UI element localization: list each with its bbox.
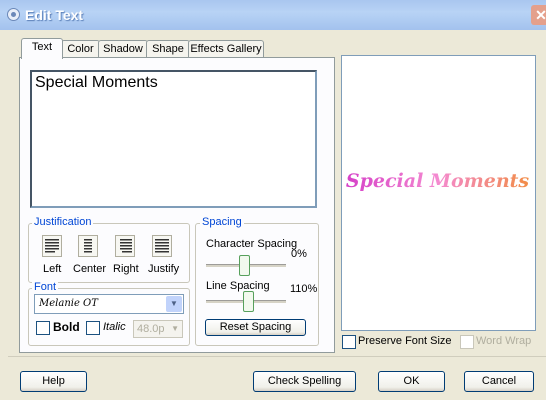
line-spacing-slider[interactable] bbox=[243, 291, 254, 312]
help-button[interactable]: Help bbox=[20, 371, 87, 392]
justification-label: Justification bbox=[32, 216, 94, 228]
check-spelling-button[interactable]: Check Spelling bbox=[253, 371, 356, 392]
font-size-value: 48.0p bbox=[137, 323, 165, 335]
justify-center-label: Center bbox=[73, 263, 107, 275]
font-size-select[interactable]: 48.0p ▼ bbox=[133, 320, 183, 338]
character-spacing-value: 0% bbox=[291, 248, 307, 260]
cancel-button[interactable]: Cancel bbox=[464, 371, 534, 392]
justify-right-label: Right bbox=[113, 263, 139, 275]
justify-right-button[interactable] bbox=[115, 235, 135, 257]
tab-label: Effects Gallery bbox=[190, 43, 262, 55]
line-spacing-label: Line Spacing bbox=[206, 280, 270, 292]
preserve-font-size-label: Preserve Font Size bbox=[358, 335, 452, 347]
tab-label: Shape bbox=[152, 43, 184, 55]
chevron-down-icon: ▼ bbox=[171, 324, 179, 333]
tab-effects-gallery[interactable]: Effects Gallery bbox=[188, 40, 264, 58]
font-label: Font bbox=[32, 281, 59, 293]
preserve-font-size-checkbox[interactable] bbox=[342, 335, 356, 349]
italic-label: Italic bbox=[103, 321, 126, 333]
tab-label: Color bbox=[67, 43, 94, 55]
tab-shadow[interactable]: Shadow bbox=[98, 40, 148, 58]
close-icon: ✕ bbox=[535, 7, 546, 23]
word-wrap-label: Word Wrap bbox=[476, 335, 532, 347]
tab-label: Shadow bbox=[103, 43, 143, 55]
justify-justify-label: Justify bbox=[148, 263, 180, 275]
bold-label: Bold bbox=[53, 320, 80, 334]
window-title: Edit Text bbox=[25, 7, 84, 23]
word-wrap-checkbox[interactable] bbox=[460, 335, 474, 349]
divider bbox=[8, 356, 546, 357]
ok-button[interactable]: OK bbox=[378, 371, 445, 392]
title-bar: Edit Text bbox=[0, 0, 546, 30]
align-justify-icon bbox=[152, 235, 172, 257]
justify-justify-button[interactable] bbox=[152, 235, 172, 257]
tab-label: Text bbox=[31, 41, 53, 53]
tab-color[interactable]: Color bbox=[61, 40, 100, 58]
close-button[interactable]: ✕ bbox=[531, 5, 546, 25]
italic-checkbox[interactable] bbox=[86, 321, 100, 335]
align-right-icon bbox=[115, 235, 135, 257]
character-spacing-slider[interactable] bbox=[239, 255, 250, 276]
align-left-icon bbox=[42, 235, 62, 257]
font-select-value: Melanie OT bbox=[39, 298, 98, 309]
bold-checkbox[interactable] bbox=[36, 321, 50, 335]
line-spacing-value: 110% bbox=[290, 283, 318, 295]
justify-left-label: Left bbox=[43, 263, 62, 275]
font-select[interactable]: Melanie OT ▼ bbox=[34, 294, 184, 314]
spacing-label: Spacing bbox=[200, 216, 244, 228]
justify-center-button[interactable] bbox=[78, 235, 98, 257]
justify-left-button[interactable] bbox=[42, 235, 62, 257]
reset-spacing-button[interactable]: Reset Spacing bbox=[205, 319, 306, 336]
preview-text: Special Moments bbox=[341, 170, 534, 192]
text-input[interactable]: Special Moments bbox=[30, 70, 317, 208]
text-preview bbox=[341, 55, 536, 331]
chevron-down-icon[interactable]: ▼ bbox=[166, 296, 182, 312]
tab-text[interactable]: Text bbox=[21, 38, 63, 59]
tab-shape[interactable]: Shape bbox=[146, 40, 190, 58]
align-center-icon bbox=[78, 235, 98, 257]
app-icon bbox=[7, 8, 20, 21]
character-spacing-label: Character Spacing bbox=[206, 238, 298, 250]
